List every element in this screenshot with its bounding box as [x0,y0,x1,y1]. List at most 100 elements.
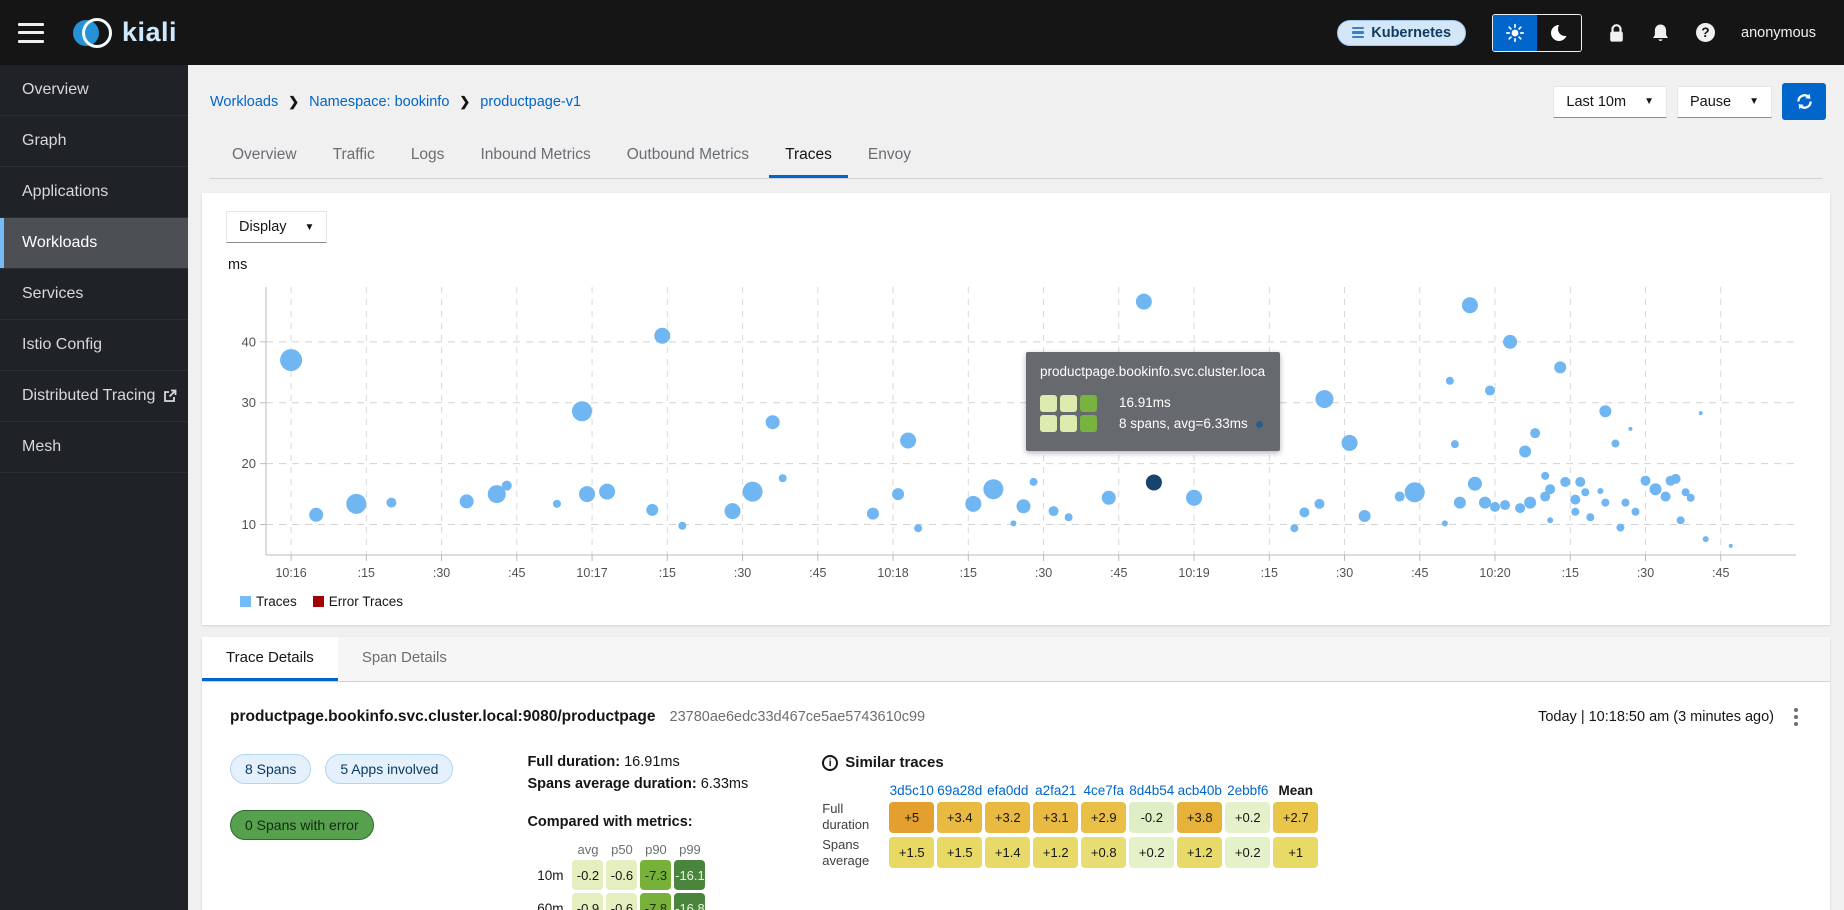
trace-point[interactable] [1575,477,1585,487]
trace-point[interactable] [1290,524,1298,532]
sidebar-item-graph[interactable]: Graph [0,116,188,167]
trace-point[interactable] [1703,536,1709,542]
trace-point[interactable] [646,504,658,516]
trace-point[interactable] [1016,499,1030,513]
trace-point[interactable] [1462,297,1478,313]
trace-point[interactable] [1515,503,1525,513]
similar-trace-link[interactable]: 2ebbf6 [1227,783,1268,798]
help-button[interactable]: ? [1696,23,1715,42]
similar-trace-link[interactable]: efa0dd [987,783,1028,798]
trace-point[interactable] [1342,435,1358,451]
trace-point[interactable] [1547,517,1553,523]
trace-point[interactable] [1616,524,1624,532]
kiali-logo[interactable]: kiali [70,14,177,52]
trace-point[interactable] [1451,440,1459,448]
tab-traces[interactable]: Traces [769,136,848,178]
similar-trace-link[interactable]: 3d5c10 [890,783,934,798]
trace-point[interactable] [1065,513,1073,521]
breadcrumb-link[interactable]: Workloads [210,94,278,110]
sidebar-item-distributed-tracing[interactable]: Distributed Tracing [0,371,188,422]
trace-point[interactable] [1631,508,1639,516]
trace-point[interactable] [1699,411,1703,415]
trace-point[interactable] [1571,508,1579,516]
trace-point[interactable] [1485,386,1495,396]
breadcrumb-link[interactable]: Namespace: bookinfo [309,94,449,110]
refresh-button[interactable] [1782,83,1826,120]
trace-point[interactable] [1454,497,1466,509]
scatter-plot-svg[interactable]: 1020304010:16:15:30:4510:17:15:30:4510:1… [226,275,1806,587]
trace-point[interactable] [1541,472,1549,480]
breadcrumb-link[interactable]: productpage-v1 [480,94,581,110]
sidebar-item-istio-config[interactable]: Istio Config [0,320,188,371]
cluster-badge[interactable]: Kubernetes [1337,20,1466,46]
trace-point[interactable] [1314,499,1324,509]
trace-point[interactable] [386,498,396,508]
sidebar-item-overview[interactable]: Overview [0,65,188,116]
light-theme-button[interactable] [1493,15,1537,51]
trace-point[interactable] [1442,520,1448,526]
trace-point[interactable] [1503,335,1517,349]
trace-point[interactable] [654,328,670,344]
trace-point[interactable] [1479,497,1491,509]
trace-point[interactable] [1650,483,1662,495]
trace-point[interactable] [1405,482,1425,502]
trace-point[interactable] [1621,499,1629,507]
trace-point[interactable] [1554,361,1566,373]
trace-point[interactable] [1136,294,1152,310]
trace-point[interactable] [1661,492,1671,502]
legend-item-traces[interactable]: Traces [240,594,297,609]
trace-point[interactable] [914,524,922,532]
tab-overview[interactable]: Overview [216,136,313,178]
refresh-interval-select[interactable]: Pause ▼ [1677,86,1772,118]
sidebar-item-workloads[interactable]: Workloads [0,218,188,269]
similar-trace-link[interactable]: a2fa21 [1035,783,1076,798]
kebab-menu-icon[interactable] [1790,704,1802,730]
trace-point[interactable] [892,488,904,500]
similar-trace-link[interactable]: 4ce7fa [1083,783,1124,798]
trace-point[interactable] [1628,427,1632,431]
trace-point[interactable] [1030,478,1038,486]
time-range-select[interactable]: Last 10m ▼ [1553,86,1667,118]
legend-item-error-traces[interactable]: Error Traces [313,594,403,609]
trace-point[interactable] [1581,488,1589,496]
trace-point[interactable] [779,474,787,482]
display-options-select[interactable]: Display ▼ [226,211,327,243]
trace-point[interactable] [1599,405,1611,417]
trace-point[interactable] [553,500,561,508]
trace-point[interactable] [1359,510,1371,522]
tab-trace-details[interactable]: Trace Details [202,637,338,681]
tab-logs[interactable]: Logs [395,136,461,178]
trace-point[interactable] [1524,497,1536,509]
tab-span-details[interactable]: Span Details [338,637,471,681]
trace-point[interactable] [1570,495,1580,505]
trace-point[interactable] [743,482,763,502]
trace-point[interactable] [309,508,323,522]
trace-point[interactable] [1687,494,1695,502]
trace-point[interactable] [1446,377,1454,385]
trace-point[interactable] [1560,477,1570,487]
trace-point[interactable] [1395,492,1405,502]
trace-point[interactable] [1519,445,1531,457]
similar-trace-link[interactable]: acb40b [1178,783,1222,798]
trace-point[interactable] [1671,474,1681,484]
sidebar-item-applications[interactable]: Applications [0,167,188,218]
trace-point[interactable] [1500,500,1510,510]
trace-point[interactable] [346,494,366,514]
trace-point[interactable] [502,481,512,491]
trace-point[interactable] [1597,488,1603,494]
trace-point[interactable] [1315,390,1333,408]
trace-point[interactable] [900,432,916,448]
tab-outbound-metrics[interactable]: Outbound Metrics [611,136,765,178]
trace-point[interactable] [572,401,592,421]
trace-point[interactable] [1586,513,1594,521]
trace-point[interactable] [766,415,780,429]
user-label[interactable]: anonymous [1741,25,1816,41]
tab-traffic[interactable]: Traffic [317,136,391,178]
trace-point[interactable] [1468,477,1482,491]
sidebar-item-mesh[interactable]: Mesh [0,422,188,473]
trace-point[interactable] [725,503,741,519]
similar-trace-link[interactable]: 69a28d [937,783,982,798]
auth-lock-button[interactable] [1608,23,1625,43]
trace-point[interactable] [867,508,879,520]
trace-point[interactable] [1010,520,1016,526]
